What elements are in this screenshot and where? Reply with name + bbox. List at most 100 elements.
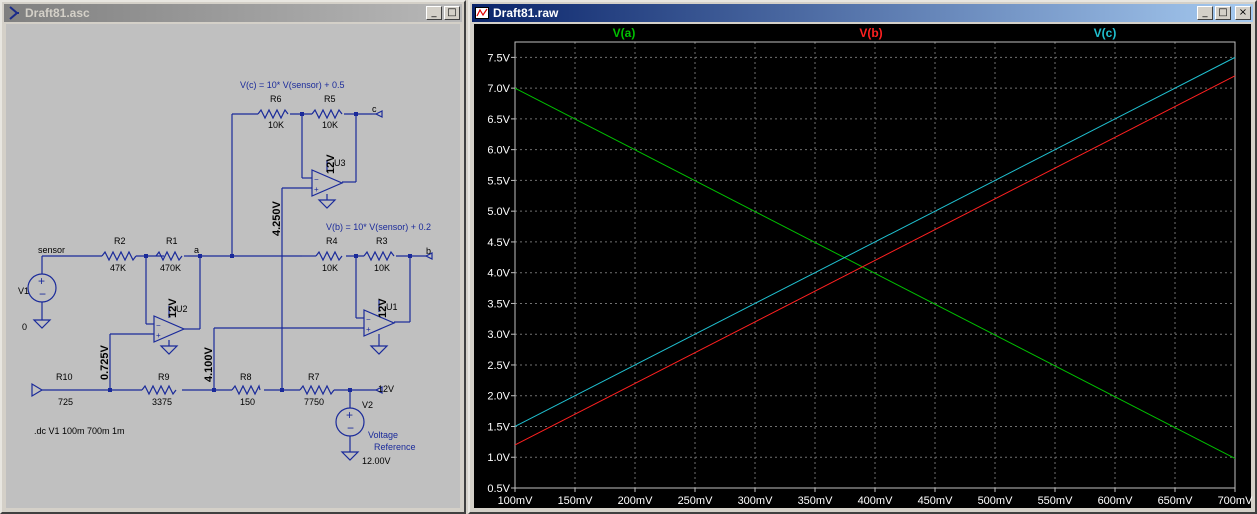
waveform-icon <box>475 6 489 20</box>
close-button[interactable]: × <box>1235 6 1251 20</box>
plot-area[interactable]: 0.5V 1.0V 1.5V 2.0V 2.5V 3.0V 3.5V 4.0V 4.5V 5.0V… <box>474 24 1253 508</box>
y-tick-label: 7.0V <box>487 83 510 95</box>
minimize-button[interactable]: _ <box>426 6 442 20</box>
y-tick-label: 1.0V <box>487 452 510 464</box>
ground-v2 <box>340 451 360 461</box>
r6-name: R6 <box>270 94 282 104</box>
u1-supply-label: 12V <box>377 298 389 318</box>
v1-name: V1 <box>18 286 29 296</box>
node-voltage-4250: 4.250V <box>271 200 283 236</box>
r2-value: 47K <box>110 263 126 273</box>
x-tick-label: 600mV <box>1098 495 1134 507</box>
x-tick-label: 650mV <box>1158 495 1194 507</box>
r5-name: R5 <box>324 94 336 104</box>
v2-name: V2 <box>362 400 373 410</box>
u3-plus-pin: + <box>314 185 319 194</box>
y-tick-label: 4.5V <box>487 237 510 249</box>
v1-plus: + <box>38 274 45 288</box>
waveform-plot[interactable]: 0.5V 1.0V 1.5V 2.0V 2.5V 3.0V 3.5V 4.0V 4.5V 5.0V… <box>474 24 1255 512</box>
y-tick-label: 5.0V <box>487 206 510 218</box>
r4-symbol <box>315 250 343 262</box>
u2-supply-label: 12V <box>167 298 179 318</box>
r7-symbol <box>299 384 335 396</box>
source-polarity: + − + − <box>38 274 354 435</box>
legend-vc[interactable]: V(c) <box>1094 26 1117 40</box>
node-voltage-0725: 0.725V <box>99 344 111 380</box>
net-sensor-label: sensor <box>38 245 65 255</box>
u2-plus-pin: + <box>156 331 161 340</box>
v2-label-voltage: Voltage <box>368 430 398 440</box>
r5-symbol <box>311 108 343 120</box>
node-voltage-4100: 4.100V <box>203 346 215 382</box>
r3-symbol <box>363 250 395 262</box>
u1-plus-pin: + <box>366 325 371 334</box>
ground-v1 <box>32 319 52 329</box>
y-tick-label: 6.0V <box>487 145 510 157</box>
legend-va[interactable]: V(a) <box>613 26 636 40</box>
v1-value: 0 <box>22 322 27 332</box>
x-tick-label: 150mV <box>558 495 594 507</box>
y-tick-label: 7.5V <box>487 52 510 64</box>
x-tick-label: 400mV <box>858 495 894 507</box>
schematic-canvas[interactable]: − + − + − + + − + − V(c) = 10* V(sensor)… <box>6 24 460 508</box>
x-tick-label: 350mV <box>798 495 834 507</box>
r5-value: 10K <box>322 120 338 130</box>
r8-symbol <box>231 384 261 396</box>
legend-vb[interactable]: V(b) <box>859 26 882 40</box>
r1-name: R1 <box>166 236 178 246</box>
plot-title: Draft81.raw <box>493 6 559 20</box>
y-tick-label: 0.5V <box>487 483 510 495</box>
r10-ground-arrow <box>31 382 44 398</box>
u1-minus-pin: − <box>366 315 371 324</box>
y-tick-label: 5.5V <box>487 175 510 187</box>
y-tick-label: 2.0V <box>487 391 510 403</box>
u2-minus-pin: − <box>156 321 161 330</box>
x-tick-label: 550mV <box>1038 495 1074 507</box>
r4-value: 10K <box>322 263 338 273</box>
net-c-label: c <box>372 104 377 114</box>
schematic-window[interactable]: Draft81.asc _ □ − + − + − + + − + − V(c)… <box>0 0 466 514</box>
x-tick-label: 200mV <box>618 495 654 507</box>
trace-legend[interactable]: V(a) V(b) V(c) <box>613 26 1117 40</box>
x-axis-ticks: 100mV 150mV 200mV 250mV 300mV 350mV 400mV 450mV… <box>498 488 1254 507</box>
r2-symbol <box>101 250 137 262</box>
x-tick-label: 700mV <box>1218 495 1254 507</box>
y-tick-label: 3.0V <box>487 329 510 341</box>
r7-value: 7750 <box>304 397 324 407</box>
y-tick-label: 2.5V <box>487 360 510 372</box>
r10-name: R10 <box>56 372 73 382</box>
r9-symbol <box>141 384 177 396</box>
r8-value: 150 <box>240 397 255 407</box>
sources <box>27 273 365 437</box>
x-tick-label: 500mV <box>978 495 1014 507</box>
v2-minus: − <box>347 421 354 435</box>
r3-name: R3 <box>376 236 388 246</box>
ground-u2 <box>159 345 179 355</box>
r8-name: R8 <box>240 372 252 382</box>
plot-titlebar[interactable]: Draft81.raw _ □ × <box>472 4 1253 22</box>
maximize-button[interactable]: □ <box>444 6 460 20</box>
v2-plus: + <box>346 408 353 422</box>
net-a-label: a <box>194 245 199 255</box>
r4-name: R4 <box>326 236 338 246</box>
spice-directive: .dc V1 100m 700m 1m <box>34 426 125 436</box>
r3-value: 10K <box>374 263 390 273</box>
r6-value: 10K <box>268 120 284 130</box>
plot-window[interactable]: Draft81.raw _ □ × 0.5V 1.0V 1.5V 2.0V 2.5V 3.… <box>468 0 1257 514</box>
maximize-button[interactable]: □ <box>1215 6 1231 20</box>
net-b-label: b <box>426 246 431 256</box>
r6-symbol <box>257 108 289 120</box>
formula-c: V(c) = 10* V(sensor) + 0.5 <box>240 80 345 90</box>
y-tick-label: 4.0V <box>487 268 510 280</box>
schematic-titlebar[interactable]: Draft81.asc _ □ <box>4 4 462 22</box>
net-c-flag <box>374 110 383 118</box>
resistors <box>101 108 395 396</box>
plot-grid <box>514 42 1236 489</box>
y-tick-label: 1.5V <box>487 421 510 433</box>
x-tick-label: 250mV <box>678 495 714 507</box>
net-12v-label: 12V <box>378 384 394 394</box>
u3-supply-label: 12V <box>325 154 337 174</box>
v1-minus: − <box>39 287 46 301</box>
minimize-button[interactable]: _ <box>1197 6 1213 20</box>
v2-label-reference: Reference <box>374 442 416 452</box>
